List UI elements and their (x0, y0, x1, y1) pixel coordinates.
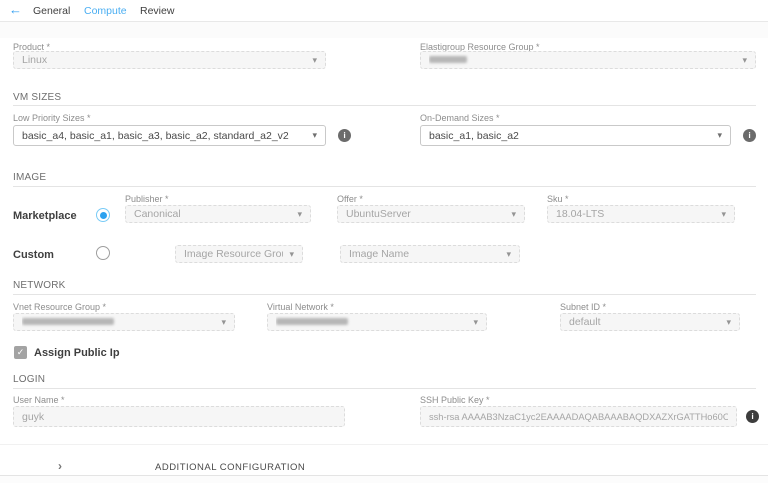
marketplace-option-label: Marketplace (13, 210, 77, 222)
low-priority-sizes-select[interactable]: basic_a4, basic_a1, basic_a3, basic_a2, … (13, 125, 326, 146)
info-icon[interactable]: i (746, 410, 759, 423)
caret-down-icon: ▾ (221, 318, 226, 327)
user-name-label: User Name * (13, 395, 65, 405)
back-arrow-icon[interactable]: ← (9, 2, 22, 17)
subnet-id-select[interactable]: default ▾ (560, 313, 740, 331)
tab-compute[interactable]: Compute (84, 5, 127, 17)
low-priority-sizes-value: basic_a4, basic_a1, basic_a3, basic_a2, … (22, 130, 306, 142)
chevron-right-icon: › (58, 459, 62, 473)
vnet-resource-group-select[interactable]: ▾ (13, 313, 235, 331)
sku-label: Sku * (547, 194, 569, 204)
info-icon[interactable]: i (338, 129, 351, 142)
on-demand-sizes-value: basic_a1, basic_a2 (429, 130, 711, 142)
caret-down-icon: ▾ (506, 250, 511, 259)
ssh-public-key-input[interactable]: ssh-rsa AAAAB3NzaC1yc2EAAAADAQABAAABAQDX… (420, 406, 737, 427)
assign-public-ip-label: Assign Public Ip (34, 347, 120, 359)
offer-value: UbuntuServer (346, 208, 505, 220)
redacted-value (22, 318, 114, 325)
product-select[interactable]: Linux ▾ (13, 51, 326, 69)
offer-select[interactable]: UbuntuServer ▾ (337, 205, 525, 223)
caret-down-icon: ▾ (289, 250, 294, 259)
subnet-id-label: Subnet ID * (560, 302, 606, 312)
section-title-vm-sizes: VM SIZES (13, 92, 61, 103)
redacted-value (276, 318, 348, 325)
marketplace-radio[interactable] (96, 208, 110, 222)
content-top-band (0, 22, 768, 38)
virtual-network-value (276, 316, 467, 328)
user-name-value: guyk (22, 411, 336, 423)
tab-review[interactable]: Review (140, 5, 174, 17)
publisher-value: Canonical (134, 208, 291, 220)
publisher-label: Publisher * (125, 194, 169, 204)
custom-option-label: Custom (13, 249, 54, 261)
virtual-network-select[interactable]: ▾ (267, 313, 487, 331)
on-demand-sizes-select[interactable]: basic_a1, basic_a2 ▾ (420, 125, 731, 146)
divider (0, 444, 768, 445)
caret-down-icon: ▾ (312, 131, 317, 140)
image-resource-group-placeholder: Image Resource Group (184, 248, 283, 260)
caret-down-icon: ▾ (473, 318, 478, 327)
divider (13, 388, 756, 389)
custom-radio[interactable] (96, 246, 110, 260)
sku-select[interactable]: 18.04-LTS ▾ (547, 205, 735, 223)
redacted-value (429, 56, 467, 63)
sku-value: 18.04-LTS (556, 208, 715, 220)
caret-down-icon: ▾ (721, 210, 726, 219)
compute-wizard-page: ← General Compute Review Product * Linux… (0, 0, 768, 483)
publisher-select[interactable]: Canonical ▾ (125, 205, 311, 223)
on-demand-sizes-label: On-Demand Sizes * (420, 113, 500, 123)
additional-configuration-label: ADDITIONAL CONFIGURATION (155, 462, 305, 473)
radio-dot (100, 212, 107, 219)
subnet-id-value: default (569, 316, 720, 328)
caret-down-icon: ▾ (312, 56, 317, 65)
check-icon: ✓ (17, 347, 25, 357)
assign-public-ip-checkbox[interactable]: ✓ (14, 346, 27, 359)
divider (13, 294, 756, 295)
ssh-public-key-value: ssh-rsa AAAAB3NzaC1yc2EAAAADAQABAAABAQDX… (429, 412, 728, 422)
user-name-input[interactable]: guyk (13, 406, 345, 427)
tab-general[interactable]: General (33, 5, 70, 17)
section-title-login: LOGIN (13, 374, 45, 385)
wizard-tab-bar: ← General Compute Review (0, 0, 768, 22)
info-icon[interactable]: i (743, 129, 756, 142)
vnet-resource-group-label: Vnet Resource Group * (13, 302, 106, 312)
divider (13, 105, 756, 106)
ssh-public-key-label: SSH Public Key * (420, 395, 490, 405)
caret-down-icon: ▾ (511, 210, 516, 219)
elastigroup-resource-group-select[interactable]: ▾ (420, 51, 756, 69)
section-title-image: IMAGE (13, 172, 46, 183)
offer-label: Offer * (337, 194, 363, 204)
image-name-placeholder: Image Name (349, 248, 500, 260)
caret-down-icon: ▾ (717, 131, 722, 140)
product-value: Linux (22, 54, 306, 66)
elastigroup-resource-group-value (429, 54, 736, 66)
virtual-network-label: Virtual Network * (267, 302, 334, 312)
caret-down-icon: ▾ (297, 210, 302, 219)
caret-down-icon: ▾ (742, 56, 747, 65)
caret-down-icon: ▾ (726, 318, 731, 327)
image-resource-group-select[interactable]: Image Resource Group ▾ (175, 245, 303, 263)
vnet-resource-group-value (22, 316, 215, 328)
section-title-network: NETWORK (13, 280, 66, 291)
divider (13, 186, 756, 187)
image-name-select[interactable]: Image Name ▾ (340, 245, 520, 263)
bottom-strip (0, 476, 768, 483)
low-priority-sizes-label: Low Priority Sizes * (13, 113, 91, 123)
